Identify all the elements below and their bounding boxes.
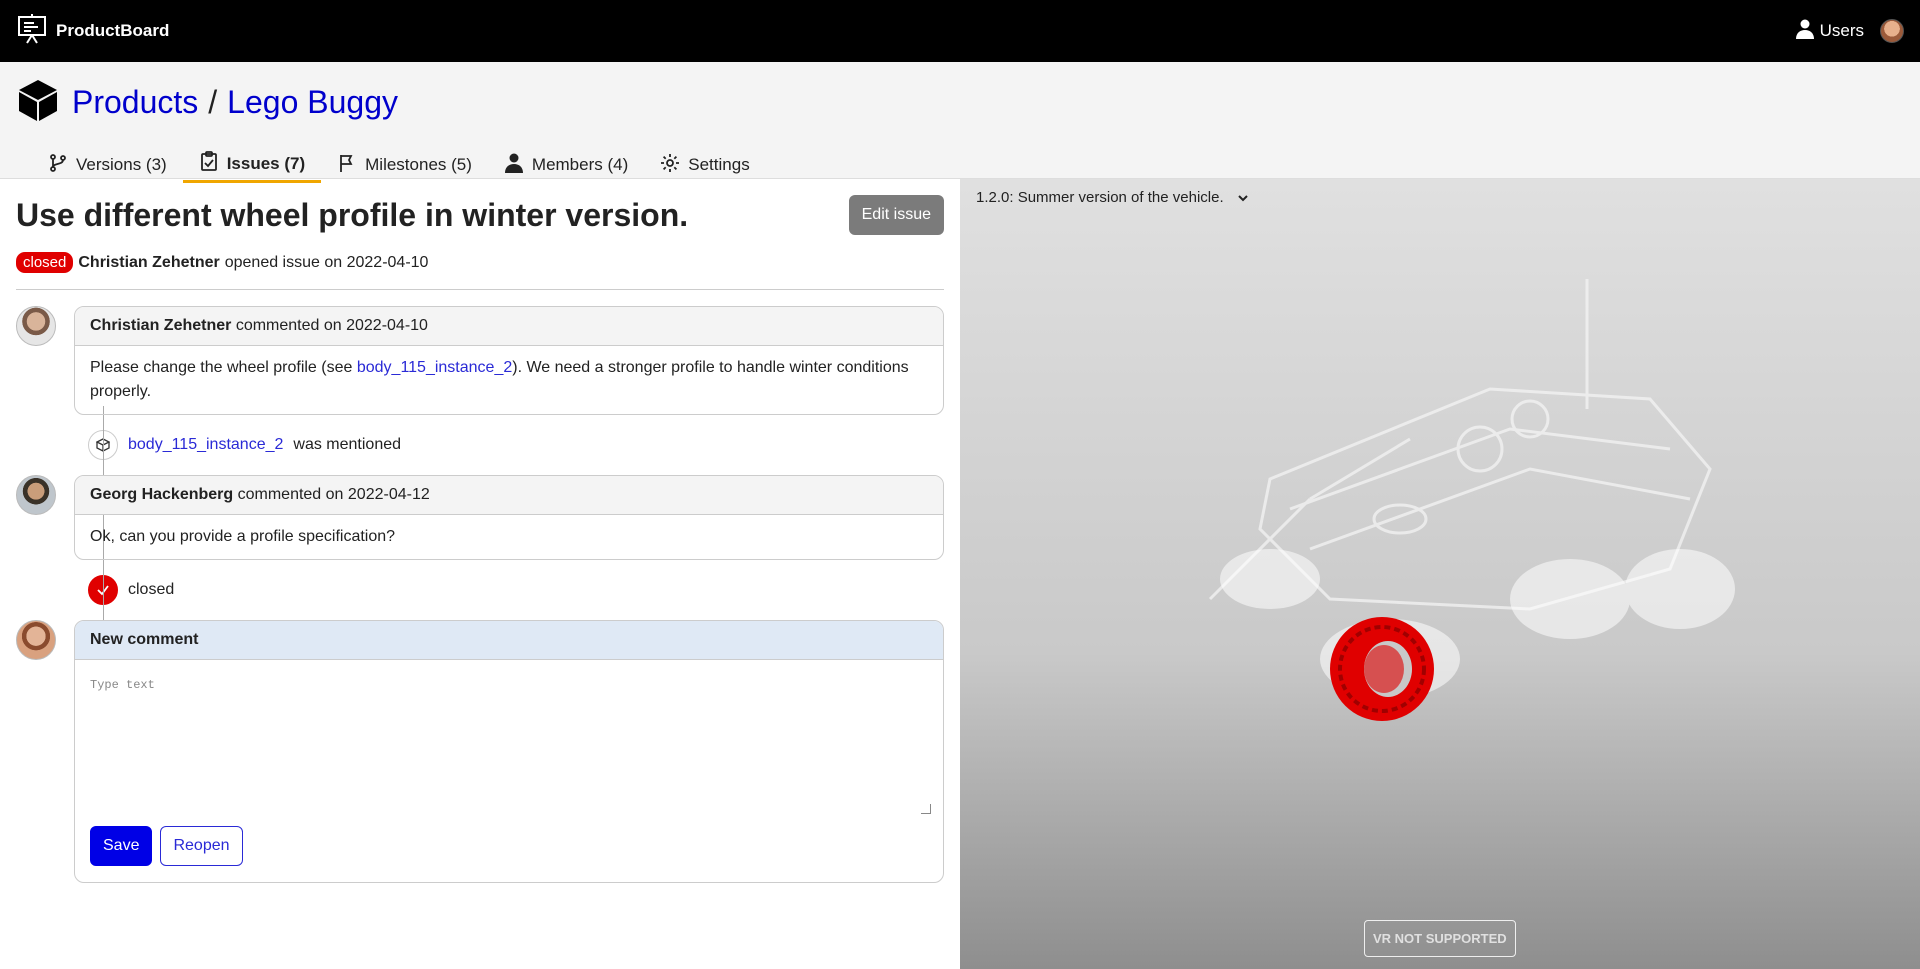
lego-buggy-model[interactable]	[1110, 279, 1770, 839]
brand[interactable]: ProductBoard	[16, 13, 169, 50]
edit-issue-button[interactable]: Edit issue	[848, 195, 944, 235]
issue-meta: closed Christian Zehetner opened issue o…	[16, 252, 944, 273]
comment-meta: commented on 2022-04-10	[235, 317, 428, 334]
tab-milestones-label: Milestones (5)	[365, 155, 472, 174]
comment-author: Christian Zehetner	[90, 317, 232, 334]
comment-actions: Save Reopen	[75, 814, 943, 882]
issue-panel: Use different wheel profile in winter ve…	[0, 179, 960, 969]
chevron-down-icon	[1237, 189, 1248, 206]
closed-event: closed	[88, 574, 944, 606]
flag-icon	[337, 153, 357, 178]
tab-milestones[interactable]: Milestones (5)	[321, 147, 488, 183]
breadcrumb-lego-buggy[interactable]: Lego Buggy	[227, 84, 398, 121]
issue-author: Christian Zehetner	[78, 253, 220, 271]
person-icon	[504, 153, 524, 178]
branch-icon	[48, 153, 68, 178]
tab-members[interactable]: Members (4)	[488, 147, 644, 183]
product-tabs: Versions (3) Issues (7) Milestones (5) M…	[32, 147, 1904, 183]
comment-header: Georg Hackenberg commented on 2022-04-12	[75, 476, 943, 515]
tab-issues-label: Issues (7)	[226, 153, 306, 173]
tab-members-label: Members (4)	[531, 155, 629, 174]
version-select-label: 1.2.0: Summer version of the vehicle.	[976, 189, 1224, 206]
new-comment-title: New comment	[75, 621, 943, 660]
mention-event: body_115_instance_2 was mentioned	[88, 429, 944, 461]
comment: Christian Zehetner commented on 2022-04-…	[16, 306, 944, 415]
presentation-board-icon	[16, 13, 48, 50]
avatar	[16, 475, 56, 515]
page-header: Products / Lego Buggy Versions (3) Issue…	[0, 62, 1920, 183]
comment-author: Georg Hackenberg	[90, 486, 234, 503]
gear-icon	[660, 153, 680, 178]
users-link[interactable]: Users	[1795, 19, 1864, 44]
status-badge: closed	[16, 252, 74, 273]
comment-body: Please change the wheel profile (see bod…	[75, 346, 943, 414]
comment-textarea[interactable]: Type text	[90, 672, 931, 814]
top-navbar: ProductBoard Users	[0, 0, 1920, 62]
version-select[interactable]: 1.2.0: Summer version of the vehicle.	[976, 189, 1248, 206]
tab-versions-label: Versions (3)	[76, 155, 167, 174]
breadcrumb-separator: /	[208, 84, 218, 120]
comment-card: Georg Hackenberg commented on 2022-04-12…	[74, 475, 944, 560]
issue-timeline: Christian Zehetner commented on 2022-04-…	[16, 306, 944, 883]
comment-placeholder: Type text	[90, 678, 155, 692]
reopen-button[interactable]: Reopen	[160, 826, 243, 866]
comment-part-link[interactable]: body_115_instance_2	[357, 359, 512, 376]
divider	[16, 289, 944, 290]
issue-opened-text: opened issue on 2022-04-10	[224, 253, 429, 271]
save-button[interactable]: Save	[90, 826, 153, 866]
breadcrumb: Products / Lego Buggy	[72, 84, 398, 121]
clipboard-check-icon	[199, 151, 219, 176]
user-icon	[1795, 19, 1814, 44]
comment-meta: commented on 2022-04-12	[237, 486, 430, 503]
avatar	[16, 620, 56, 660]
avatar	[16, 306, 56, 346]
app-name: ProductBoard	[56, 21, 170, 40]
comment-header: Christian Zehetner commented on 2022-04-…	[75, 307, 943, 346]
tab-versions[interactable]: Versions (3)	[32, 147, 183, 183]
new-comment: New comment Type text Save Reopen	[16, 620, 944, 883]
new-comment-card: New comment Type text Save Reopen	[74, 620, 944, 883]
comment: Georg Hackenberg commented on 2022-04-12…	[16, 475, 944, 560]
model-viewer[interactable]: 1.2.0: Summer version of the vehicle. VR…	[960, 179, 1920, 969]
tab-settings[interactable]: Settings	[644, 147, 765, 183]
tab-settings-label: Settings	[688, 155, 750, 174]
cube-icon	[16, 78, 60, 127]
mention-text: was mentioned	[293, 436, 402, 453]
current-user-avatar[interactable]	[1880, 19, 1904, 43]
mention-part-link[interactable]: body_115_instance_2	[128, 436, 283, 454]
users-label: Users	[1819, 21, 1864, 40]
vr-not-supported-button[interactable]: VR NOT SUPPORTED	[1364, 920, 1516, 957]
highlighted-wheel	[1330, 617, 1434, 721]
issue-title: Use different wheel profile in winter ve…	[16, 197, 689, 233]
comment-card: Christian Zehetner commented on 2022-04-…	[74, 306, 944, 415]
comment-text-before: Please change the wheel profile (see	[90, 359, 357, 376]
breadcrumb-products[interactable]: Products	[72, 84, 198, 121]
closed-event-text: closed	[128, 581, 175, 598]
resize-grip-icon[interactable]	[921, 804, 931, 814]
tab-issues[interactable]: Issues (7)	[182, 147, 322, 183]
comment-body: Ok, can you provide a profile specificat…	[90, 528, 396, 545]
